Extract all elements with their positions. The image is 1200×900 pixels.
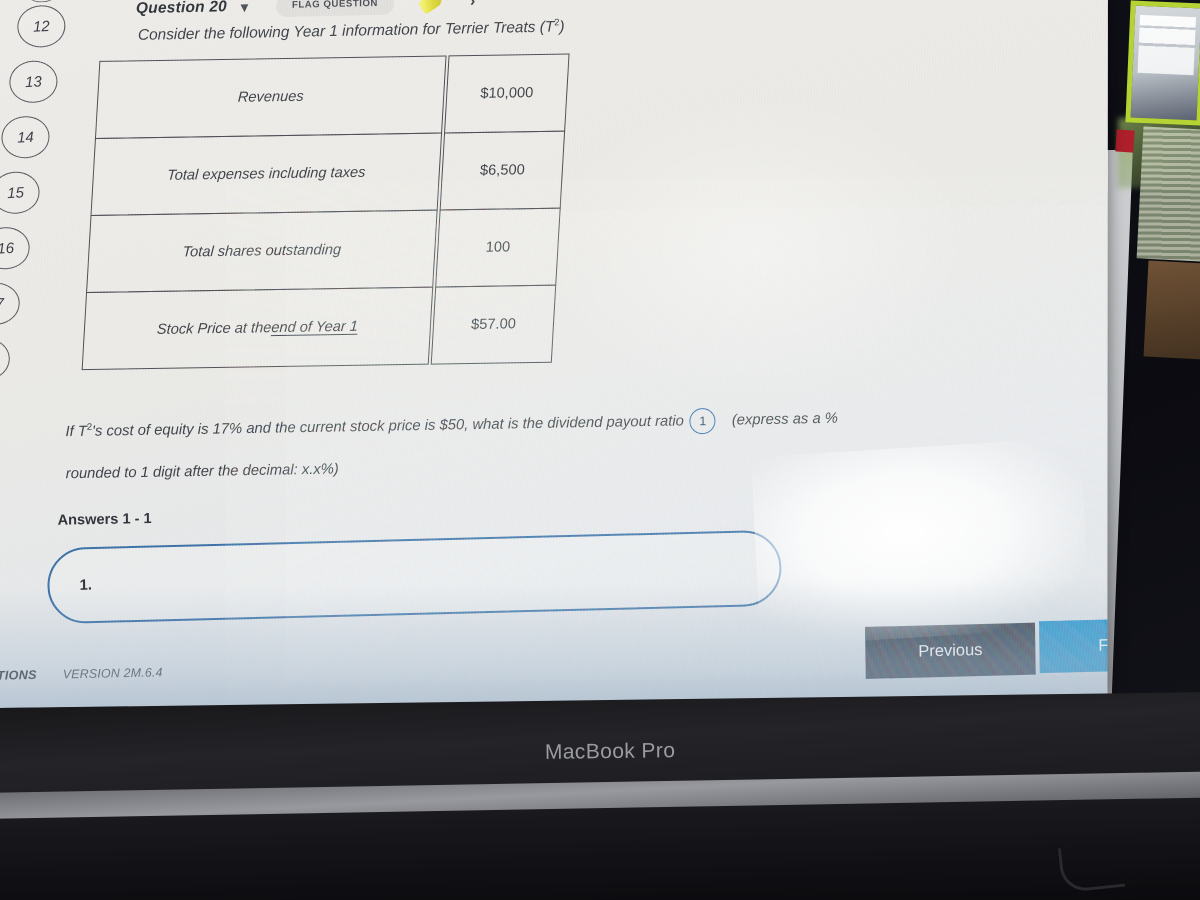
blinds-reflection bbox=[1136, 126, 1200, 262]
sidebar-item-q14[interactable]: 14 bbox=[0, 115, 51, 160]
question-prompt-part1: If T bbox=[65, 423, 87, 441]
red-object-reflection bbox=[1115, 129, 1135, 153]
sidebar-item-label: 13 bbox=[24, 72, 43, 91]
screen-glare-upper bbox=[545, 96, 966, 401]
sidebar-item-label: 15 bbox=[6, 183, 25, 202]
sidebar-item-label: 12 bbox=[32, 17, 51, 36]
questions-link[interactable]: ESTIONS bbox=[0, 668, 37, 683]
table-cell-value: $6,500 bbox=[439, 130, 566, 211]
answer-input-1[interactable]: 1. bbox=[46, 529, 782, 625]
table-row: Revenues $10,000 bbox=[94, 53, 570, 139]
wood-reflection bbox=[1143, 260, 1200, 360]
financial-data-table: Revenues $10,000 Total expenses includin… bbox=[81, 53, 570, 371]
table-cell-label: Total shares outstanding bbox=[86, 209, 438, 294]
table-row: Total expenses including taxes $6,500 bbox=[90, 130, 566, 217]
question-prompt-part2: 's cost of equity is 17% and the current… bbox=[92, 413, 684, 440]
sidebar-item-q17[interactable]: 17 bbox=[0, 281, 21, 326]
sidebar-divider bbox=[21, 0, 63, 4]
chevron-down-icon[interactable]: ▾ bbox=[241, 0, 248, 15]
sidebar-item-q18[interactable] bbox=[0, 337, 11, 382]
flag-question-button[interactable]: FLAG QUESTION bbox=[275, 0, 395, 18]
question-prompt-part3: (express as a % bbox=[731, 410, 838, 429]
answers-heading: Answers 1 - 1 bbox=[57, 511, 152, 529]
question-prompt: If T2's cost of equity is 17% and the cu… bbox=[65, 389, 1086, 495]
highlighter-icon[interactable] bbox=[417, 0, 445, 15]
footer-meta: ESTIONS VERSION 2M.6.4 bbox=[0, 665, 163, 683]
version-label: VERSION 2M.6.4 bbox=[62, 665, 163, 682]
table-row: Total shares outstanding 100 bbox=[86, 207, 561, 294]
question-navigator-sidebar[interactable]: ^ 12 13 14 15 16 17 bbox=[0, 0, 99, 436]
answer-input-number: 1. bbox=[79, 576, 93, 594]
sidebar-item-label: 17 bbox=[0, 294, 5, 313]
sidebar-item-label: 14 bbox=[16, 128, 35, 147]
table-cell-label-plain: Stock Price at the bbox=[156, 320, 272, 338]
window-reflection bbox=[1125, 0, 1200, 126]
screenshot-root: ^ 12 13 14 15 16 17 Question 20 ▾ FLAG Q… bbox=[0, 0, 1200, 900]
table-cell-value: $57.00 bbox=[430, 284, 557, 365]
finish-button[interactable]: Finish bbox=[1038, 617, 1108, 674]
chevron-right-icon[interactable]: › bbox=[470, 0, 476, 11]
laptop-screen: ^ 12 13 14 15 16 17 Question 20 ▾ FLAG Q… bbox=[0, 0, 1108, 709]
answer-count-badge: 1 bbox=[689, 407, 716, 435]
page-title: Question 20 bbox=[135, 0, 228, 18]
question-prompt-line2: rounded to 1 digit after the decimal: x.… bbox=[65, 461, 339, 483]
table-cell-label: Stock Price at the end of Year 1 bbox=[81, 286, 434, 371]
sidebar-item-q13[interactable]: 13 bbox=[8, 59, 59, 104]
table-cell-label: Revenues bbox=[94, 55, 447, 139]
table-cell-label-underlined: end of Year 1 bbox=[270, 318, 359, 337]
question-stem-suffix: ) bbox=[559, 18, 565, 36]
sidebar-item-q12[interactable]: 12 bbox=[16, 4, 67, 49]
table-row: Stock Price at the end of Year 1 $57.00 bbox=[81, 284, 557, 371]
sidebar-item-q15[interactable]: 15 bbox=[0, 170, 41, 215]
sidebar-item-q16[interactable]: 16 bbox=[0, 226, 31, 271]
previous-button[interactable]: Previous bbox=[864, 622, 1036, 679]
macbook-pro-label: MacBook Pro bbox=[544, 739, 676, 764]
sidebar-item-label: 16 bbox=[0, 239, 15, 258]
table-cell-value: $10,000 bbox=[444, 53, 570, 134]
table-cell-value: 100 bbox=[435, 207, 561, 288]
table-cell-label: Total expenses including taxes bbox=[90, 132, 443, 217]
